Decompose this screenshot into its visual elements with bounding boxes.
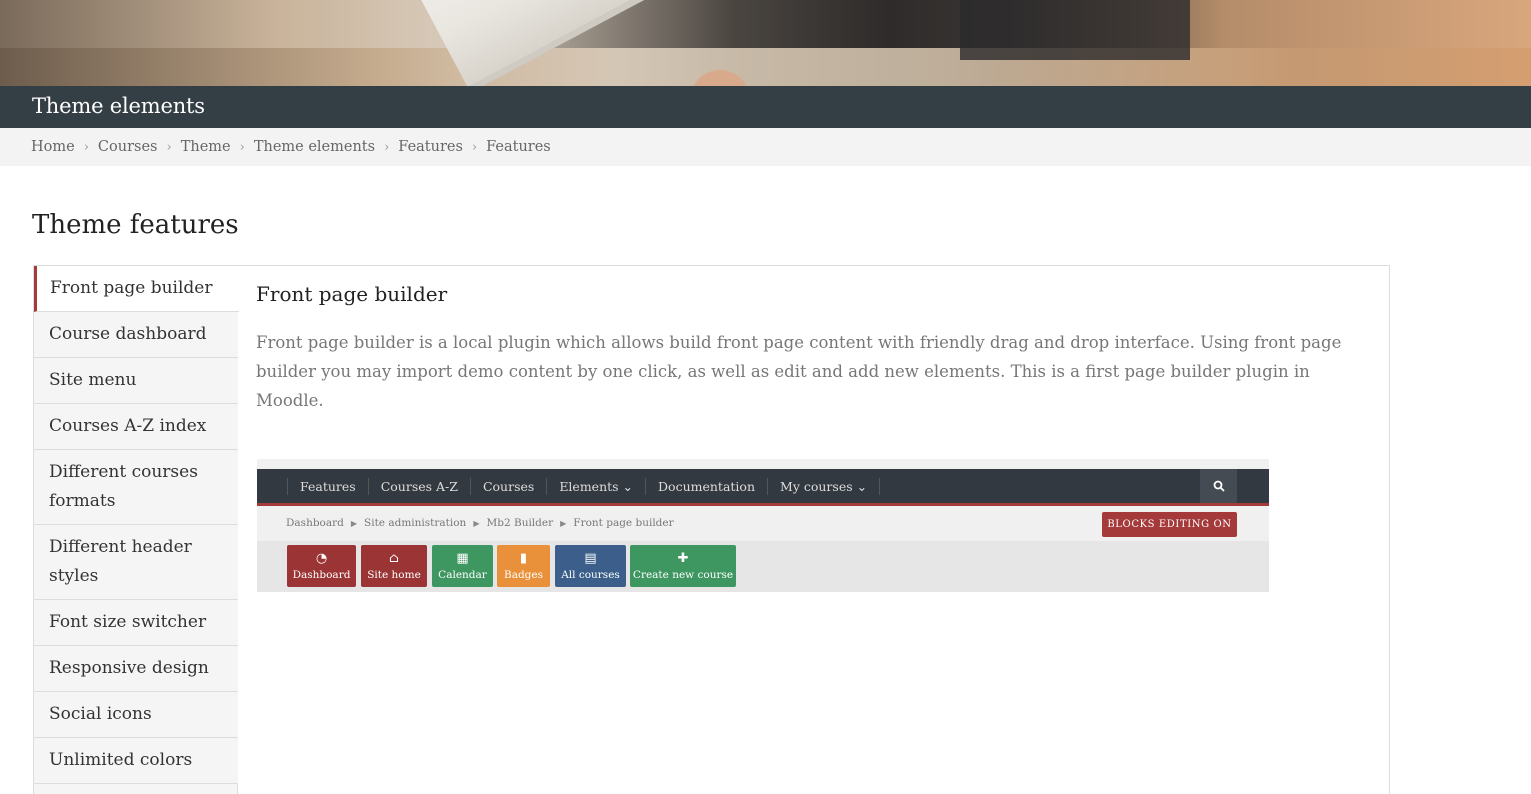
tab-site-menu[interactable]: Site menu [34, 358, 238, 404]
button-label: Create new course [632, 569, 734, 581]
chevron-right-icon: › [166, 139, 172, 155]
triangle-right-icon: ▶ [350, 519, 358, 528]
feature-tabs: Front page builder Course dashboard Site… [33, 265, 1390, 794]
breadcrumb-item-current: Features [486, 139, 551, 155]
tab-panel: Front page builder Front page builder is… [256, 282, 1356, 415]
screenshot-create-course-button: ✚ Create new course [630, 545, 736, 587]
tab-different-courses-formats[interactable]: Different courses formats [34, 450, 238, 525]
calendar-icon: ▦ [456, 551, 469, 566]
screenshot-badges-button: ▮ Badges [497, 545, 550, 587]
tab-social-icons[interactable]: Social icons [34, 692, 238, 738]
chevron-right-icon: › [471, 139, 478, 155]
button-label: All courses [561, 569, 620, 581]
tab-course-dashboard[interactable]: Course dashboard [34, 312, 238, 358]
screenshot-dashboard-button: ◔ Dashboard [287, 545, 356, 587]
breadcrumb-item-features[interactable]: Features [398, 139, 463, 155]
triangle-right-icon: ▶ [473, 519, 480, 528]
tab-font-size-switcher[interactable]: Font size switcher [34, 600, 238, 646]
screenshot-crumb: Site administration [364, 517, 467, 529]
breadcrumb-item-courses[interactable]: Courses [98, 139, 158, 155]
page-title: Theme elements [32, 94, 205, 118]
button-label: Badges [503, 569, 544, 581]
panel-text: Front page builder is a local plugin whi… [256, 333, 1342, 410]
screenshot-nav-item: Elements ⌄ [546, 477, 645, 495]
screenshot-all-courses-button: ▤ All courses [555, 545, 626, 587]
breadcrumb-item-home[interactable]: Home [31, 139, 75, 155]
home-icon: ⌂ [389, 551, 399, 566]
screenshot-breadcrumb: Dashboard ▶ Site administration ▶ Mb2 Bu… [286, 517, 674, 531]
screenshot-nav-item: Features [287, 477, 368, 495]
chevron-right-icon: › [83, 139, 89, 155]
page-header: Theme elements [0, 86, 1531, 128]
screenshot-crumb: Front page builder [573, 517, 674, 529]
tab-responsive-design[interactable]: Responsive design [34, 646, 238, 692]
screenshot-crumb: Mb2 Builder [486, 517, 554, 529]
panel-heading: Front page builder [256, 282, 448, 306]
screenshot-crumb: Dashboard [286, 517, 344, 529]
screenshot-nav-item: Documentation [645, 477, 767, 495]
screenshot-nav-item: Courses [469, 477, 546, 495]
chevron-right-icon: › [384, 139, 390, 155]
builder-screenshot: Features Courses A-Z Courses Elements ⌄ … [257, 459, 1269, 592]
hero-banner [0, 0, 1531, 86]
tab-front-page-builder[interactable]: Front page builder [34, 266, 239, 312]
tab-different-header-styles[interactable]: Different header styles [34, 525, 238, 600]
tab-unlimited-colors[interactable]: Unlimited colors [34, 738, 238, 784]
tab-courses-az-index[interactable]: Courses A-Z index [34, 404, 238, 450]
chevron-right-icon: › [239, 139, 245, 155]
triangle-right-icon: ▶ [560, 519, 567, 528]
screenshot-site-home-button: ⌂ Site home [361, 545, 427, 587]
screenshot-nav-item: Courses A-Z [367, 477, 470, 495]
button-label: Dashboard [292, 569, 351, 581]
plus-icon: ✚ [677, 551, 689, 566]
search-icon [1200, 469, 1237, 503]
dashboard-icon: ◔ [315, 551, 328, 566]
breadcrumb: Home › Courses › Theme › Theme elements … [0, 128, 1531, 166]
screenshot-calendar-button: ▦ Calendar [432, 545, 493, 587]
screenshot-quick-buttons: ◔ Dashboard ⌂ Site home ▦ Calendar ▮ Bad… [257, 541, 1269, 592]
screenshot-nav-item: My courses ⌄ [767, 477, 881, 495]
button-label: Site home [367, 569, 421, 581]
breadcrumb-item-theme-elements[interactable]: Theme elements [254, 139, 375, 155]
screenshot-edit-button: BLOCKS EDITING ON [1102, 512, 1237, 537]
tab-list: Front page builder Course dashboard Site… [34, 266, 239, 794]
button-label: Calendar [438, 569, 487, 581]
breadcrumb-item-theme[interactable]: Theme [181, 139, 231, 155]
section-title: Theme features [32, 210, 239, 240]
bookmark-icon: ▮ [519, 551, 528, 566]
screenshot-navbar: Features Courses A-Z Courses Elements ⌄ … [257, 469, 1269, 506]
book-icon: ▤ [584, 551, 597, 566]
